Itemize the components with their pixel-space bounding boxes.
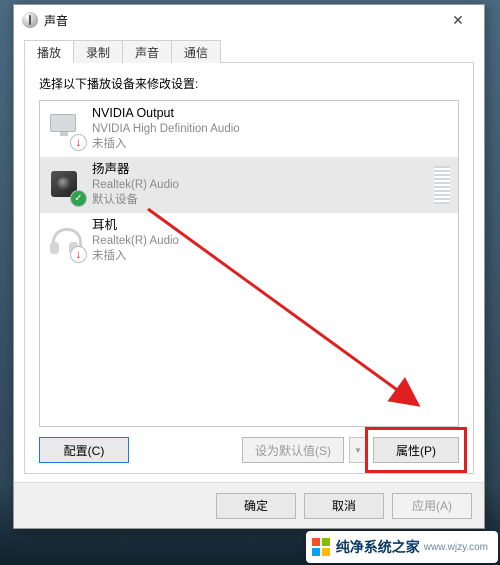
- device-status: 未插入: [92, 249, 450, 265]
- configure-button[interactable]: 配置(C): [39, 437, 129, 463]
- sound-dialog: 声音 ✕ 播放录制声音通信 选择以下播放设备来修改设置: ↓NVIDIA Out…: [13, 4, 485, 529]
- window-title: 声音: [44, 12, 68, 29]
- device-row-1[interactable]: ✓ 扬声器Realtek(R) Audio默认设备: [40, 157, 458, 213]
- device-status: 未插入: [92, 137, 450, 153]
- monitor-icon: ↓: [48, 112, 82, 146]
- status-unplugged-icon: ↓: [71, 135, 86, 150]
- device-name: 耳机: [92, 217, 450, 234]
- tab-2[interactable]: 声音: [122, 40, 172, 63]
- titlebar: 声音 ✕: [14, 5, 484, 35]
- tab-strip: 播放录制声音通信: [24, 39, 474, 63]
- device-row-0[interactable]: ↓ NVIDIA OutputNVIDIA High Definition Aud…: [40, 101, 458, 157]
- prompt-text: 选择以下播放设备来修改设置:: [39, 75, 459, 92]
- ok-button[interactable]: 确定: [216, 493, 296, 519]
- dialog-body: 播放录制声音通信 选择以下播放设备来修改设置: ↓ NVIDIA OutputNV…: [14, 35, 484, 482]
- status-default-icon: ✓: [71, 191, 86, 206]
- device-sub: Realtek(R) Audio: [92, 178, 428, 194]
- device-button-row: 配置(C) 设为默认值(S) ▼ 属性(P): [39, 437, 459, 463]
- headphones-icon: ↓: [48, 224, 82, 258]
- device-status: 默认设备: [92, 193, 428, 209]
- set-default-dropdown[interactable]: ▼: [349, 437, 367, 463]
- tab-1[interactable]: 录制: [73, 40, 123, 63]
- device-name: NVIDIA Output: [92, 105, 450, 122]
- watermark-logo-icon: [312, 538, 330, 556]
- tab-0[interactable]: 播放: [24, 40, 74, 63]
- tab-3[interactable]: 通信: [171, 40, 221, 63]
- status-unplugged-icon: ↓: [71, 247, 86, 262]
- device-name: 扬声器: [92, 161, 428, 178]
- device-row-2[interactable]: ↓ 耳机Realtek(R) Audio未插入: [40, 213, 458, 269]
- properties-button[interactable]: 属性(P): [373, 437, 459, 463]
- dialog-footer: 确定 取消 应用(A): [14, 482, 484, 528]
- set-default-button[interactable]: 设为默认值(S): [242, 437, 344, 463]
- watermark-text: 纯净系统之家: [336, 537, 420, 557]
- speaker-icon: ✓: [48, 168, 82, 202]
- apply-button[interactable]: 应用(A): [392, 493, 472, 519]
- cancel-button[interactable]: 取消: [304, 493, 384, 519]
- tab-pane-playback: 选择以下播放设备来修改设置: ↓ NVIDIA OutputNVIDIA High…: [24, 63, 474, 474]
- device-sub: Realtek(R) Audio: [92, 234, 450, 250]
- close-button[interactable]: ✕: [438, 7, 478, 33]
- device-list[interactable]: ↓ NVIDIA OutputNVIDIA High Definition Aud…: [39, 100, 459, 427]
- watermark-url: www.wjzy.com: [424, 542, 488, 553]
- sound-icon: [22, 12, 38, 28]
- device-sub: NVIDIA High Definition Audio: [92, 122, 450, 138]
- vu-meter: [434, 166, 450, 204]
- watermark: 纯净系统之家 www.wjzy.com: [306, 531, 498, 563]
